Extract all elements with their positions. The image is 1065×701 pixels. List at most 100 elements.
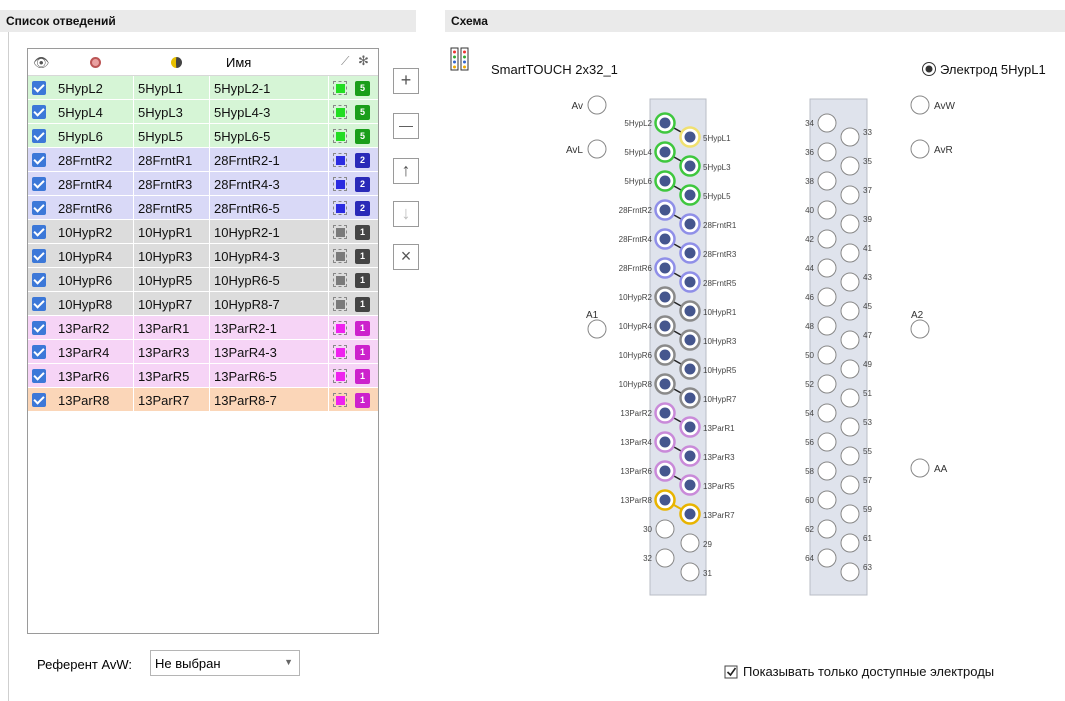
electrode[interactable]: [655, 548, 675, 568]
group-badge[interactable]: 5: [355, 81, 370, 96]
electrode[interactable]: [680, 533, 700, 553]
electrode[interactable]: [840, 417, 860, 437]
active-cell[interactable]: 13ParR6: [58, 369, 109, 384]
row-checkbox[interactable]: [32, 369, 46, 383]
electrode[interactable]: [840, 185, 860, 205]
reference-cell[interactable]: 5HypL5: [138, 129, 183, 144]
electrode[interactable]: [840, 562, 860, 582]
electrode[interactable]: [840, 301, 860, 321]
active-cell[interactable]: 28FrntR4: [58, 177, 112, 192]
row-checkbox[interactable]: [32, 225, 46, 239]
electrode[interactable]: [817, 374, 837, 394]
electrode[interactable]: [817, 461, 837, 481]
row-checkbox[interactable]: [32, 393, 46, 407]
name-cell[interactable]: 28FrntR2-1: [214, 153, 280, 168]
group-badge[interactable]: 1: [355, 273, 370, 288]
electrode[interactable]: [840, 127, 860, 147]
color-swatch[interactable]: [333, 105, 347, 119]
reference-cell[interactable]: 10HypR1: [138, 225, 192, 240]
table-row[interactable]: 10HypR4 10HypR3 10HypR4-3 1: [28, 244, 378, 268]
color-swatch[interactable]: [333, 393, 347, 407]
row-checkbox[interactable]: [32, 321, 46, 335]
table-row[interactable]: 5HypL6 5HypL5 5HypL6-5 5: [28, 124, 378, 148]
electrode[interactable]: [680, 562, 700, 582]
row-checkbox[interactable]: [32, 81, 46, 95]
reference-cell[interactable]: 28FrntR3: [138, 177, 192, 192]
electrode[interactable]: [817, 113, 837, 133]
aux-electrode[interactable]: [910, 139, 930, 159]
row-checkbox[interactable]: [32, 201, 46, 215]
electrode[interactable]: [817, 142, 837, 162]
referent-select[interactable]: Не выбран ▼: [150, 650, 300, 676]
row-checkbox[interactable]: [32, 105, 46, 119]
name-column-header[interactable]: Имя: [226, 55, 251, 70]
eye-icon[interactable]: 👁: [33, 55, 50, 71]
group-badge[interactable]: 5: [355, 129, 370, 144]
electrode[interactable]: [840, 446, 860, 466]
row-checkbox[interactable]: [32, 129, 46, 143]
row-checkbox[interactable]: [32, 345, 46, 359]
electrode[interactable]: [817, 316, 837, 336]
insert-button[interactable]: —: [393, 113, 419, 139]
electrode[interactable]: [817, 171, 837, 191]
electrode[interactable]: [840, 272, 860, 292]
electrode[interactable]: [817, 432, 837, 452]
move-up-button[interactable]: ↑: [393, 158, 419, 184]
reference-cell[interactable]: 10HypR3: [138, 249, 192, 264]
group-badge[interactable]: 1: [355, 345, 370, 360]
electrode[interactable]: [655, 519, 675, 539]
row-checkbox[interactable]: [32, 249, 46, 263]
name-cell[interactable]: 10HypR4-3: [214, 249, 280, 264]
add-button[interactable]: +: [393, 68, 419, 94]
aux-electrode[interactable]: [910, 95, 930, 115]
color-swatch[interactable]: [333, 225, 347, 239]
reference-cell[interactable]: 10HypR7: [138, 297, 192, 312]
name-cell[interactable]: 13ParR2-1: [214, 321, 277, 336]
name-cell[interactable]: 5HypL4-3: [214, 105, 270, 120]
aux-electrode[interactable]: [587, 139, 607, 159]
color-edit-icon[interactable]: ⟋: [341, 54, 349, 69]
name-cell[interactable]: 28FrntR4-3: [214, 177, 280, 192]
group-badge[interactable]: 1: [355, 393, 370, 408]
reference-cell[interactable]: 13ParR5: [138, 369, 189, 384]
electrode[interactable]: [840, 330, 860, 350]
active-cell[interactable]: 10HypR2: [58, 225, 112, 240]
active-electrode-icon[interactable]: [90, 57, 101, 68]
color-swatch[interactable]: [333, 369, 347, 383]
electrode[interactable]: [817, 258, 837, 278]
active-cell[interactable]: 5HypL2: [58, 81, 103, 96]
reference-cell[interactable]: 13ParR3: [138, 345, 189, 360]
reference-cell[interactable]: 28FrntR1: [138, 153, 192, 168]
color-swatch[interactable]: [333, 321, 347, 335]
group-badge[interactable]: 1: [355, 369, 370, 384]
electrode[interactable]: [817, 345, 837, 365]
table-row[interactable]: 5HypL2 5HypL1 5HypL2-1 5: [28, 76, 378, 100]
table-row[interactable]: 13ParR8 13ParR7 13ParR8-7 1: [28, 388, 378, 412]
active-cell[interactable]: 13ParR8: [58, 393, 109, 408]
active-cell[interactable]: 13ParR4: [58, 345, 109, 360]
group-badge[interactable]: 2: [355, 177, 370, 192]
table-row[interactable]: 28FrntR4 28FrntR3 28FrntR4-3 2: [28, 172, 378, 196]
color-swatch[interactable]: [333, 249, 347, 263]
group-badge[interactable]: 2: [355, 153, 370, 168]
group-badge[interactable]: 5: [355, 105, 370, 120]
color-swatch[interactable]: [333, 81, 347, 95]
name-cell[interactable]: 10HypR2-1: [214, 225, 280, 240]
table-row[interactable]: 5HypL4 5HypL3 5HypL4-3 5: [28, 100, 378, 124]
group-badge[interactable]: 1: [355, 297, 370, 312]
electrode[interactable]: [817, 519, 837, 539]
reference-cell[interactable]: 10HypR5: [138, 273, 192, 288]
color-swatch[interactable]: [333, 273, 347, 287]
electrode[interactable]: [817, 403, 837, 423]
name-cell[interactable]: 28FrntR6-5: [214, 201, 280, 216]
active-cell[interactable]: 10HypR4: [58, 249, 112, 264]
name-cell[interactable]: 13ParR4-3: [214, 345, 277, 360]
electrode[interactable]: [840, 475, 860, 495]
color-swatch[interactable]: [333, 129, 347, 143]
table-row[interactable]: 10HypR2 10HypR1 10HypR2-1 1: [28, 220, 378, 244]
electrode[interactable]: [840, 156, 860, 176]
color-swatch[interactable]: [333, 345, 347, 359]
electrode[interactable]: [817, 490, 837, 510]
electrode-radio-label[interactable]: Электрод 5HypL1: [940, 62, 1046, 77]
active-cell[interactable]: 28FrntR6: [58, 201, 112, 216]
